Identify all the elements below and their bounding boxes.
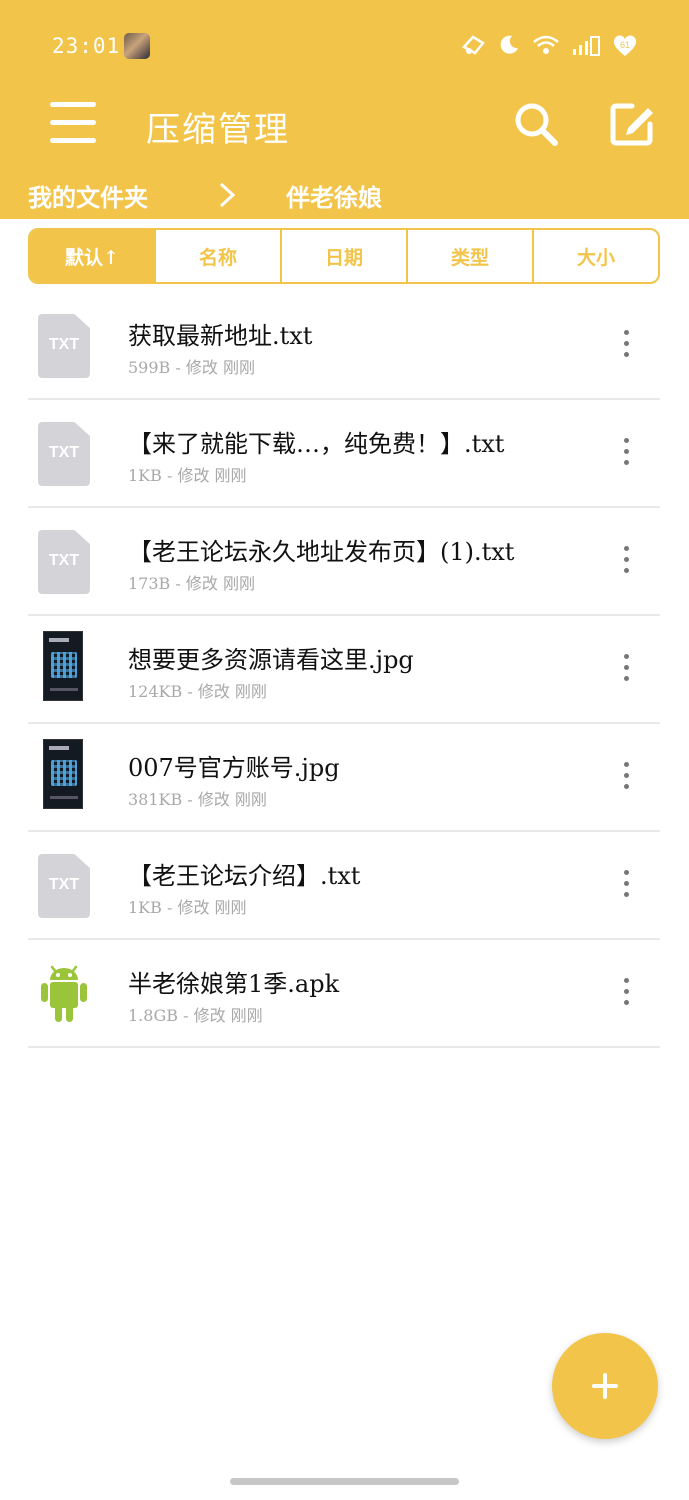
more-options-icon[interactable] xyxy=(616,438,636,470)
file-row[interactable]: TXT 【老王论坛介绍】.txt 1KB - 修改 刚刚 xyxy=(28,832,660,940)
breadcrumb-root[interactable]: 我的文件夹 xyxy=(28,178,148,213)
file-row[interactable]: 007号官方账号.jpg 381KB - 修改 刚刚 xyxy=(28,724,660,832)
file-row[interactable]: 半老徐娘第1季.apk 1.8GB - 修改 刚刚 xyxy=(28,940,660,1048)
file-list: TXT 获取最新地址.txt 599B - 修改 刚刚 TXT 【来了就能下载…… xyxy=(28,292,660,1048)
file-meta: 124KB - 修改 刚刚 xyxy=(128,682,267,701)
file-meta: 1.8GB - 修改 刚刚 xyxy=(128,1006,263,1025)
file-meta: 599B - 修改 刚刚 xyxy=(128,358,255,377)
breadcrumb: 我的文件夹 伴老徐娘 xyxy=(0,178,689,212)
add-button[interactable] xyxy=(552,1333,658,1439)
image-thumbnail xyxy=(43,631,83,701)
sort-tab-date[interactable]: 日期 xyxy=(282,230,408,282)
file-name: 【老王论坛介绍】.txt xyxy=(128,862,361,890)
more-options-icon[interactable] xyxy=(616,762,636,794)
txt-file-icon: TXT xyxy=(38,422,90,486)
file-meta: 1KB - 修改 刚刚 xyxy=(128,898,247,917)
sort-tab-type[interactable]: 类型 xyxy=(408,230,534,282)
moon-icon xyxy=(500,35,518,54)
android-icon xyxy=(41,965,87,1022)
status-time: 23:01 xyxy=(52,34,121,58)
more-options-icon[interactable] xyxy=(616,330,636,362)
menu-icon[interactable] xyxy=(50,102,96,144)
file-row[interactable]: TXT 【来了就能下载…，纯免费！】.txt 1KB - 修改 刚刚 xyxy=(28,400,660,508)
page-title: 压缩管理 xyxy=(146,110,290,150)
app-header: 23:01 61 压缩管理 我的文件夹 伴老徐娘 xyxy=(0,0,689,219)
home-indicator[interactable] xyxy=(230,1478,459,1485)
file-row[interactable]: 想要更多资源请看这里.jpg 124KB - 修改 刚刚 xyxy=(28,616,660,724)
edit-icon[interactable] xyxy=(608,100,656,148)
battery-icon: 61 xyxy=(613,35,637,56)
file-meta: 1KB - 修改 刚刚 xyxy=(128,466,247,485)
txt-file-icon: TXT xyxy=(38,314,90,378)
breadcrumb-current[interactable]: 伴老徐娘 xyxy=(286,178,382,213)
file-name: 想要更多资源请看这里.jpg xyxy=(128,646,414,674)
file-meta: 173B - 修改 刚刚 xyxy=(128,574,255,593)
sort-tab-default[interactable]: 默认↑ xyxy=(30,230,156,282)
more-options-icon[interactable] xyxy=(616,654,636,686)
signal-icon xyxy=(573,36,600,56)
file-name: 007号官方账号.jpg xyxy=(128,754,340,782)
more-options-icon[interactable] xyxy=(616,978,636,1010)
chevron-right-icon xyxy=(219,182,236,208)
notification-icon xyxy=(462,35,485,55)
more-options-icon[interactable] xyxy=(616,546,636,578)
toolbar: 压缩管理 xyxy=(0,94,689,158)
image-thumbnail xyxy=(43,739,83,809)
file-row[interactable]: TXT 【老王论坛永久地址发布页】(1).txt 173B - 修改 刚刚 xyxy=(28,508,660,616)
txt-file-icon: TXT xyxy=(38,530,90,594)
file-name: 获取最新地址.txt xyxy=(128,322,313,350)
sort-tab-name[interactable]: 名称 xyxy=(156,230,282,282)
file-name: 【来了就能下载…，纯免费！】.txt xyxy=(128,430,505,458)
more-options-icon[interactable] xyxy=(616,870,636,902)
sort-tabs: 默认↑ 名称 日期 类型 大小 xyxy=(28,228,660,284)
battery-level: 61 xyxy=(620,40,630,50)
status-bar: 23:01 61 xyxy=(0,28,689,64)
file-meta: 381KB - 修改 刚刚 xyxy=(128,790,267,809)
status-icons: 61 xyxy=(461,32,639,58)
file-name: 【老王论坛永久地址发布页】(1).txt xyxy=(128,538,515,566)
sort-tab-size[interactable]: 大小 xyxy=(534,230,658,282)
txt-file-icon: TXT xyxy=(38,854,90,918)
wifi-icon xyxy=(533,35,559,54)
file-row[interactable]: TXT 获取最新地址.txt 599B - 修改 刚刚 xyxy=(28,292,660,400)
notification-avatar-icon xyxy=(124,33,150,59)
search-icon[interactable] xyxy=(512,100,560,148)
file-name: 半老徐娘第1季.apk xyxy=(128,970,340,998)
